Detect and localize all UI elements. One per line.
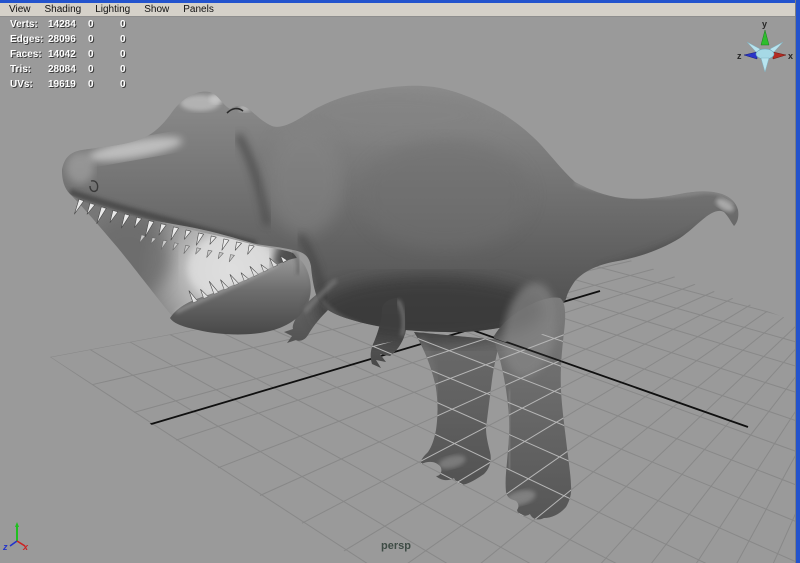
compass-y-label: y [762,19,767,29]
menu-view[interactable]: View [4,3,36,16]
origin-axis-indicator: z x [2,518,38,552]
z-axis-line [10,541,17,546]
window-right-border [795,0,800,563]
hud-row-tris: Tris: 28084 0 0 [10,64,210,79]
view-compass[interactable]: y z x [736,16,794,78]
menu-shading[interactable]: Shading [40,3,87,16]
compass-center[interactable] [756,49,774,59]
compass-z-arrow[interactable] [744,52,757,59]
panel-menubar: View Shading Lighting Show Panels [0,3,796,17]
x-axis-label: x [22,542,29,552]
compass-x-label: x [788,51,793,61]
hud-row-verts: Verts: 14284 0 0 [10,19,210,34]
menu-panels[interactable]: Panels [178,3,219,16]
window-top-border [0,0,800,3]
camera-name-label: persp [356,540,436,552]
maya-viewport-window: View Shading Lighting Show Panels Verts:… [0,0,800,563]
compass-y-arrow[interactable] [761,30,769,45]
compass-z-label: z [737,51,742,61]
hud-row-faces: Faces: 14042 0 0 [10,49,210,64]
compass-down-cone[interactable] [761,58,769,72]
menu-show[interactable]: Show [139,3,174,16]
poly-count-hud: Verts: 14284 0 0 Edges: 28096 0 0 Faces:… [10,19,210,94]
hud-row-uvs: UVs: 19619 0 0 [10,79,210,94]
compass-x-arrow[interactable] [773,52,786,59]
z-axis-label: z [2,542,8,552]
menu-lighting[interactable]: Lighting [90,3,135,16]
hud-row-edges: Edges: 28096 0 0 [10,34,210,49]
